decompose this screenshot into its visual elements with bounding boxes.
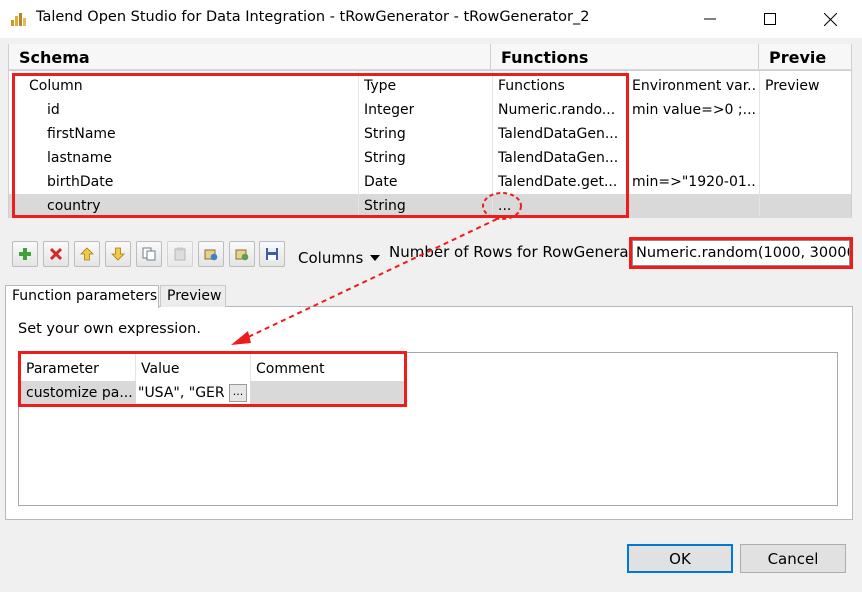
cancel-button[interactable]: Cancel <box>740 544 846 573</box>
annotation-arrow <box>231 192 522 345</box>
ok-button[interactable]: OK <box>627 544 733 573</box>
